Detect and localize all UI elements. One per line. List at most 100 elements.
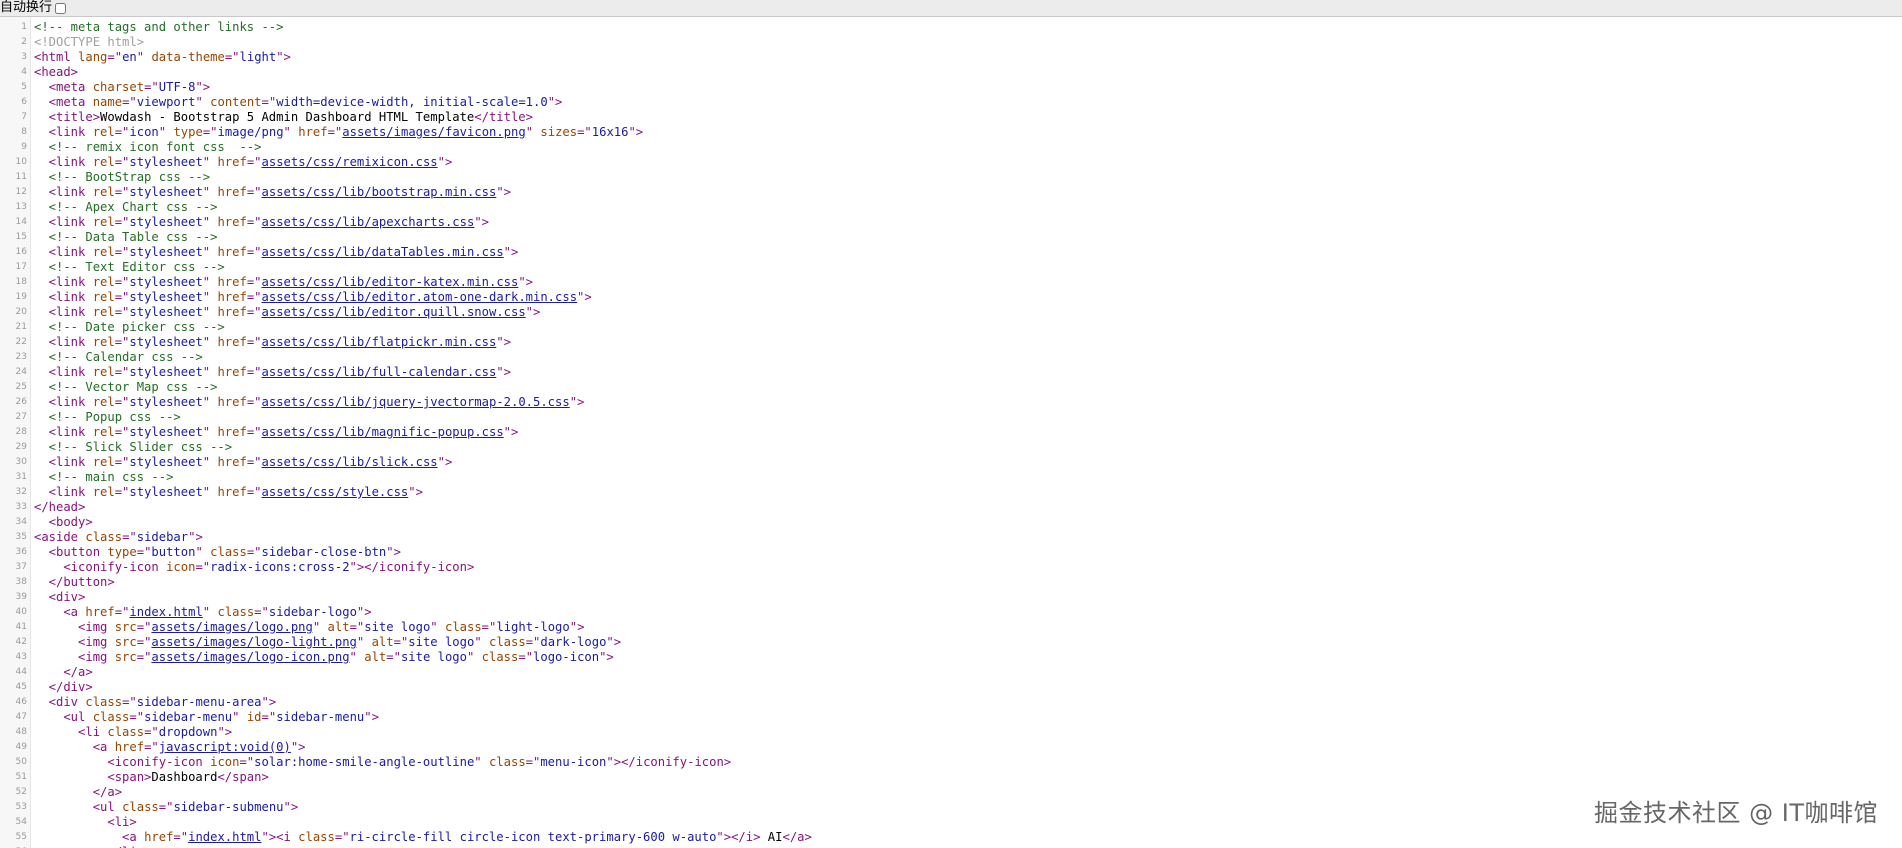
line-source: <div>	[34, 590, 86, 605]
source-link[interactable]: assets/css/lib/dataTables.min.css	[262, 245, 504, 259]
source-link[interactable]: assets/css/lib/flatpickr.min.css	[262, 335, 497, 349]
tag-token: "	[474, 755, 489, 769]
tag-token: ">	[195, 80, 211, 94]
tag-token: <a	[34, 740, 115, 754]
tag-token: <span>	[34, 770, 152, 784]
line-source: <ul class="sidebar-submenu">	[34, 800, 299, 815]
tag-token: <link	[34, 455, 93, 469]
attribute-name: href	[217, 290, 247, 304]
line-source: <link rel="stylesheet" href="assets/css/…	[34, 245, 519, 260]
source-link[interactable]: assets/css/lib/editor.atom-one-dark.min.…	[262, 290, 578, 304]
watermark: 掘金技术社区 @ IT咖啡馆	[1594, 799, 1878, 827]
tag-token: ">	[628, 125, 644, 139]
attribute-name: href	[217, 305, 247, 319]
tag-token: ">	[386, 545, 401, 559]
line-number: 45	[15, 682, 27, 692]
line-source: <ul class="sidebar-menu" id="sidebar-men…	[34, 710, 379, 725]
source-link[interactable]: assets/css/lib/apexcharts.css	[262, 215, 475, 229]
source-link[interactable]: index.html	[188, 830, 261, 844]
tag-token: <meta	[34, 95, 93, 109]
attribute-name: rel	[92, 185, 115, 199]
attribute-value: stylesheet	[129, 425, 203, 439]
source-link[interactable]: assets/css/lib/slick.css	[262, 455, 438, 469]
attribute-name: class	[488, 755, 526, 769]
attribute-name: class	[92, 710, 130, 724]
tag-token: ">	[474, 215, 489, 229]
attribute-value: dropdown	[158, 725, 218, 739]
tag-token: ="	[195, 560, 211, 574]
wrap-checkbox[interactable]	[55, 2, 67, 14]
attribute-name: href	[217, 185, 247, 199]
attribute-value: menu-icon	[540, 755, 607, 769]
tag-token: ="	[246, 185, 262, 199]
tag-token: ="	[114, 455, 130, 469]
source-link[interactable]: assets/css/lib/bootstrap.min.css	[262, 185, 497, 199]
line-source: </button>	[34, 575, 115, 590]
source-link[interactable]: assets/css/lib/jquery-jvectormap-2.0.5.c…	[262, 395, 570, 409]
source-link[interactable]: index.html	[129, 605, 202, 619]
line-source: <link rel="stylesheet" href="assets/css/…	[34, 305, 541, 320]
source-link[interactable]: javascript:void(0)	[159, 740, 291, 754]
attribute-name: rel	[92, 395, 115, 409]
source-link[interactable]: assets/images/logo-icon.png	[151, 650, 349, 664]
tag-token: ">	[290, 740, 306, 754]
source-link[interactable]: assets/images/logo.png	[151, 620, 312, 634]
tag-token: ="	[114, 395, 130, 409]
tag-token: ">	[261, 695, 277, 709]
source-link[interactable]: assets/css/lib/magnific-popup.css	[262, 425, 504, 439]
line-number: 5	[21, 82, 27, 92]
line-source: <meta name="viewport" content="width=dev…	[34, 95, 563, 110]
line-number: 40	[15, 607, 27, 617]
tag-token: ">	[364, 710, 379, 724]
tag-token: ="	[173, 830, 189, 844]
tag-token: ">	[518, 275, 534, 289]
attribute-name: href	[217, 425, 247, 439]
tag-token: ="	[144, 80, 159, 94]
attribute-name: class	[217, 605, 255, 619]
tag-token: <link	[34, 395, 93, 409]
tag-token: ">	[283, 800, 299, 814]
attribute-name: rel	[92, 215, 115, 229]
source-link[interactable]: assets/css/lib/full-calendar.css	[262, 365, 497, 379]
tag-token: <link	[34, 155, 93, 169]
attribute-name: type	[107, 545, 137, 559]
tag-token: ="	[122, 530, 137, 544]
comment-token: <!-- Popup css -->	[34, 410, 181, 424]
source-link[interactable]: assets/css/lib/editor.quill.snow.css	[262, 305, 526, 319]
tag-token: ="	[114, 305, 130, 319]
tag-token: ="	[114, 215, 130, 229]
tag-token: ="	[246, 335, 262, 349]
line-number: 22	[15, 337, 27, 347]
attribute-name: href	[217, 365, 247, 379]
tag-token: ="	[114, 365, 130, 379]
source-link[interactable]: assets/css/lib/editor-katex.min.css	[262, 275, 519, 289]
attribute-name: href	[217, 455, 247, 469]
line-number: 8	[21, 127, 27, 137]
attribute-name: class	[85, 530, 123, 544]
line-source: <body>	[34, 515, 93, 530]
source-link[interactable]: assets/css/remixicon.css	[262, 155, 438, 169]
comment-token: <!-- Text Editor css -->	[34, 260, 225, 274]
line-number: 1	[21, 22, 27, 32]
tag-token: ">	[496, 365, 512, 379]
source-link[interactable]: assets/css/style.css	[262, 485, 409, 499]
line-source: <link rel="stylesheet" href="assets/css/…	[34, 215, 489, 230]
line-source: <meta charset="UTF-8">	[34, 80, 210, 95]
attribute-value: stylesheet	[129, 335, 203, 349]
line-number: 23	[15, 352, 27, 362]
line-source: </a>	[34, 665, 92, 680]
tag-token: "	[466, 650, 482, 664]
attribute-name: href	[217, 485, 247, 499]
attribute-value: logo-icon	[533, 650, 600, 664]
attribute-name: class	[85, 695, 123, 709]
doctype-token: <!DOCTYPE html>	[34, 35, 145, 49]
line-number: 46	[15, 697, 27, 707]
comment-token: <!-- Vector Map css -->	[34, 380, 218, 394]
tag-token: ="	[525, 755, 541, 769]
tag-token: <div	[34, 695, 86, 709]
source-link[interactable]: assets/images/logo-light.png	[151, 635, 356, 649]
source-link[interactable]: assets/images/favicon.png	[342, 125, 525, 139]
line-number: 33	[15, 502, 27, 512]
tag-token: "	[202, 485, 218, 499]
line-source: <link rel="stylesheet" href="assets/css/…	[34, 290, 592, 305]
